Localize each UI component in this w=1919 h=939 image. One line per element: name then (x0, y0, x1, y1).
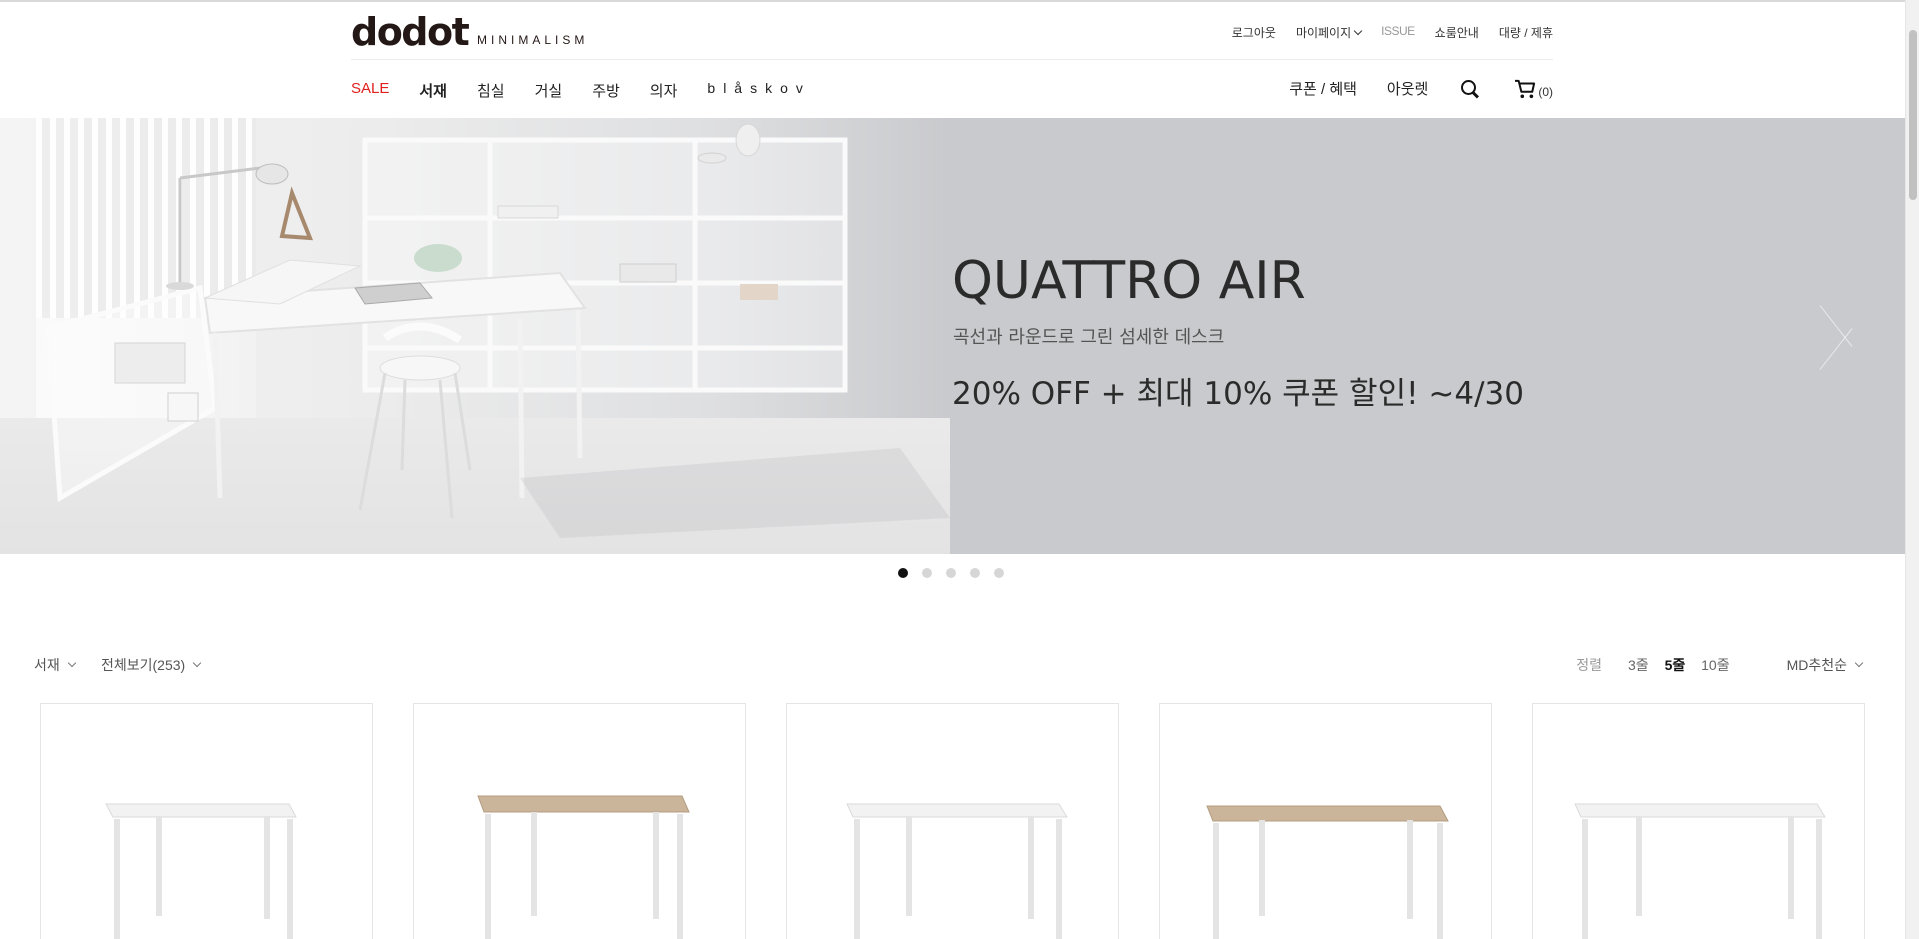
site-header: dodot MINIMALISM 로그아웃 마이페이지 ISSUE 쇼룸안내 대… (0, 2, 1905, 118)
columns-10-option[interactable]: 10줄 (1701, 657, 1729, 673)
sort-option-label: MD추천순 (1786, 657, 1847, 673)
sort-label: 정렬 (1576, 657, 1602, 673)
category-dropdown[interactable]: 서재 (34, 655, 77, 675)
header-inner: dodot MINIMALISM 로그아웃 마이페이지 ISSUE 쇼룸안내 대… (351, 2, 1553, 118)
product-image (846, 803, 1068, 939)
hero-dot-4[interactable] (970, 568, 980, 578)
column-options: 3줄 5줄 10줄 (1628, 655, 1742, 675)
issue-link[interactable]: ISSUE (1381, 24, 1415, 41)
cart-count: (0) (1538, 84, 1553, 99)
product-image (1574, 803, 1826, 939)
sort-area: 정렬 3줄 5줄 10줄 MD추천순 (1576, 655, 1864, 675)
cart-button[interactable]: (0) (1514, 79, 1553, 99)
header-divider (351, 59, 1553, 60)
subcategory-label: 전체보기(253) (101, 657, 186, 673)
product-card[interactable] (1532, 703, 1865, 939)
nav-item-kitchen[interactable]: 주방 (592, 80, 620, 101)
nav-item-study[interactable]: 서재 (419, 80, 447, 101)
sort-dropdown[interactable]: MD추천순 (1786, 655, 1864, 675)
product-card[interactable] (786, 703, 1119, 939)
mypage-link[interactable]: 마이페이지 (1295, 24, 1363, 41)
logo[interactable]: dodot (351, 12, 470, 52)
product-card[interactable] (40, 703, 373, 939)
hero-furniture-illustration (45, 123, 950, 538)
nav-item-chair[interactable]: 의자 (650, 80, 678, 101)
product-card[interactable] (1159, 703, 1492, 939)
scrollbar-thumb[interactable] (1909, 30, 1917, 200)
hero-title: QUATTRO AIR (952, 251, 1306, 311)
hero-banner[interactable]: QUATTRO AIR 곡선과 라운드로 그린 섬세한 데스크 20% OFF … (0, 118, 1905, 554)
nav-item-sale[interactable]: SALE (351, 80, 389, 101)
columns-5-option[interactable]: 5줄 (1665, 657, 1686, 673)
chevron-down-icon (1353, 26, 1363, 36)
main-navigation: SALE 서재 침실 거실 주방 의자 blåskov (351, 80, 841, 101)
product-image (1206, 805, 1449, 939)
hero-subtitle: 곡선과 라운드로 그린 섬세한 데스크 (953, 327, 1225, 348)
hero-dot-5[interactable] (994, 568, 1004, 578)
nav-item-livingroom[interactable]: 거실 (535, 80, 563, 101)
cart-icon (1514, 79, 1536, 99)
bulk-partnership-link[interactable]: 대량 / 제휴 (1499, 24, 1553, 41)
product-grid (40, 703, 1865, 939)
product-image (477, 795, 690, 939)
utility-menu: 로그아웃 마이페이지 ISSUE 쇼룸안내 대량 / 제휴 (1232, 24, 1553, 41)
columns-3-option[interactable]: 3줄 (1628, 657, 1649, 673)
outlet-link[interactable]: 아웃렛 (1387, 78, 1428, 99)
coupon-benefits-link[interactable]: 쿠폰 / 혜택 (1289, 78, 1357, 99)
logout-link[interactable]: 로그아웃 (1232, 24, 1276, 41)
search-icon[interactable] (1460, 79, 1480, 99)
hero-dot-3[interactable] (946, 568, 956, 578)
category-label: 서재 (34, 657, 60, 673)
mypage-label: 마이페이지 (1295, 26, 1352, 40)
hero-next-arrow-icon[interactable] (1820, 293, 1860, 373)
subcategory-dropdown[interactable]: 전체보기(253) (101, 655, 202, 675)
hero-pagination (898, 568, 1004, 578)
hero-promo: 20% OFF + 최대 10% 쿠폰 할인! ~4/30 (952, 376, 1524, 412)
chevron-down-icon (192, 658, 202, 668)
product-card[interactable] (413, 703, 746, 939)
listing-toolbar: 서재 전체보기(253) 정렬 3줄 5줄 10줄 MD추천순 (34, 655, 1864, 675)
logo-tagline: MINIMALISM (477, 33, 589, 47)
nav-item-blaskov[interactable]: blåskov (707, 80, 810, 101)
product-image (105, 803, 297, 939)
chevron-down-icon (1854, 658, 1864, 668)
nav-item-bedroom[interactable]: 침실 (477, 80, 505, 101)
header-actions: 쿠폰 / 혜택 아웃렛 (0) (1289, 78, 1553, 99)
page-scrollbar[interactable] (1905, 0, 1919, 939)
chevron-down-icon (67, 658, 77, 668)
showroom-link[interactable]: 쇼룸안내 (1435, 24, 1479, 41)
hero-dot-1[interactable] (898, 568, 908, 578)
hero-dot-2[interactable] (922, 568, 932, 578)
